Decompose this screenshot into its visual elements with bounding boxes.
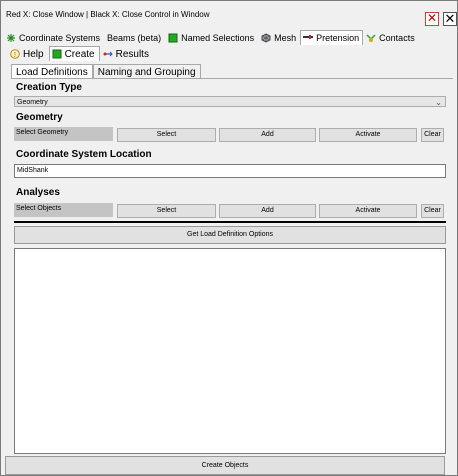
tab-beams[interactable]: Beams (beta) [104, 30, 165, 45]
get-load-definition-options-button[interactable]: Get Load Definition Options [14, 226, 446, 244]
pretension-icon [303, 33, 314, 43]
create-icon [52, 49, 62, 59]
contacts-icon [366, 33, 376, 43]
geometry-selection-field: Select Geometry [14, 127, 113, 141]
section-divider [14, 221, 446, 223]
top-tab-bar: Coordinate Systems Beams (beta) Named Se… [3, 30, 419, 45]
analyses-activate-button[interactable]: Activate [319, 204, 417, 218]
analyses-heading: Analyses [16, 187, 60, 198]
help-icon: ! [10, 49, 20, 59]
tab-named-selections[interactable]: Named Selections [165, 30, 258, 45]
tab-label: Mesh [274, 33, 297, 43]
tab-load-definitions[interactable]: Load Definitions [11, 64, 93, 79]
geometry-activate-button[interactable]: Activate [319, 128, 417, 142]
named-selections-icon [168, 33, 178, 43]
geometry-heading: Geometry [16, 112, 63, 123]
close-control-icon[interactable]: ✕ [443, 12, 457, 26]
analyses-add-button[interactable]: Add [219, 204, 316, 218]
tab-label: Results [115, 48, 149, 60]
creation-type-value: Geometry [17, 99, 48, 106]
load-definition-options-area[interactable] [14, 248, 446, 454]
tab-naming-and-grouping[interactable]: Naming and Grouping [92, 64, 201, 79]
results-icon [103, 49, 113, 59]
tab-contacts[interactable]: Contacts [363, 30, 419, 45]
tab-help[interactable]: ! Help [7, 46, 49, 61]
tab-mesh[interactable]: Mesh [258, 30, 300, 45]
tab-results[interactable]: Results [100, 46, 154, 61]
tab-pretension[interactable]: Pretension [300, 30, 364, 45]
tab-label: Help [23, 48, 44, 60]
coordinate-systems-icon [6, 33, 16, 43]
coordinate-system-heading: Coordinate System Location [16, 149, 152, 160]
analyses-selection-field: Select Objects [14, 203, 113, 217]
coordinate-system-input[interactable]: MidShank [14, 164, 446, 178]
title-bar: Red X: Close Window | Black X: Close Con… [1, 1, 457, 27]
window-title: Red X: Close Window | Black X: Close Con… [6, 10, 210, 19]
create-objects-button[interactable]: Create Objects [5, 456, 445, 475]
analyses-clear-button[interactable]: Clear [421, 204, 444, 218]
analyses-select-button[interactable]: Select [117, 204, 216, 218]
window-frame: Red X: Close Window | Black X: Close Con… [0, 0, 458, 476]
tab-label: Named Selections [181, 33, 255, 43]
chevron-down-icon: ⌄ [435, 98, 442, 107]
sub-tab-bar: ! Help Create Results [7, 46, 154, 61]
mesh-icon [261, 33, 271, 43]
creation-type-heading: Creation Type [16, 82, 82, 93]
creation-type-dropdown[interactable]: Geometry ⌄ [14, 96, 446, 107]
geometry-select-button[interactable]: Select [117, 128, 216, 142]
tab-label: Pretension [316, 33, 360, 43]
tab-label: Beams (beta) [107, 33, 162, 43]
inner-tab-bar: Load Definitions Naming and Grouping [11, 64, 201, 79]
load-definitions-panel: Creation Type Geometry ⌄ Geometry Select… [11, 78, 453, 475]
tab-label: Coordinate Systems [19, 33, 101, 43]
tab-coordinate-systems[interactable]: Coordinate Systems [3, 30, 104, 45]
close-window-icon[interactable]: ✕ [425, 12, 439, 26]
geometry-add-button[interactable]: Add [219, 128, 316, 142]
geometry-clear-button[interactable]: Clear [421, 128, 444, 142]
svg-text:!: ! [14, 52, 16, 59]
tab-label: Contacts [379, 33, 415, 43]
tab-create[interactable]: Create [48, 46, 100, 61]
tab-label: Create [64, 48, 95, 60]
